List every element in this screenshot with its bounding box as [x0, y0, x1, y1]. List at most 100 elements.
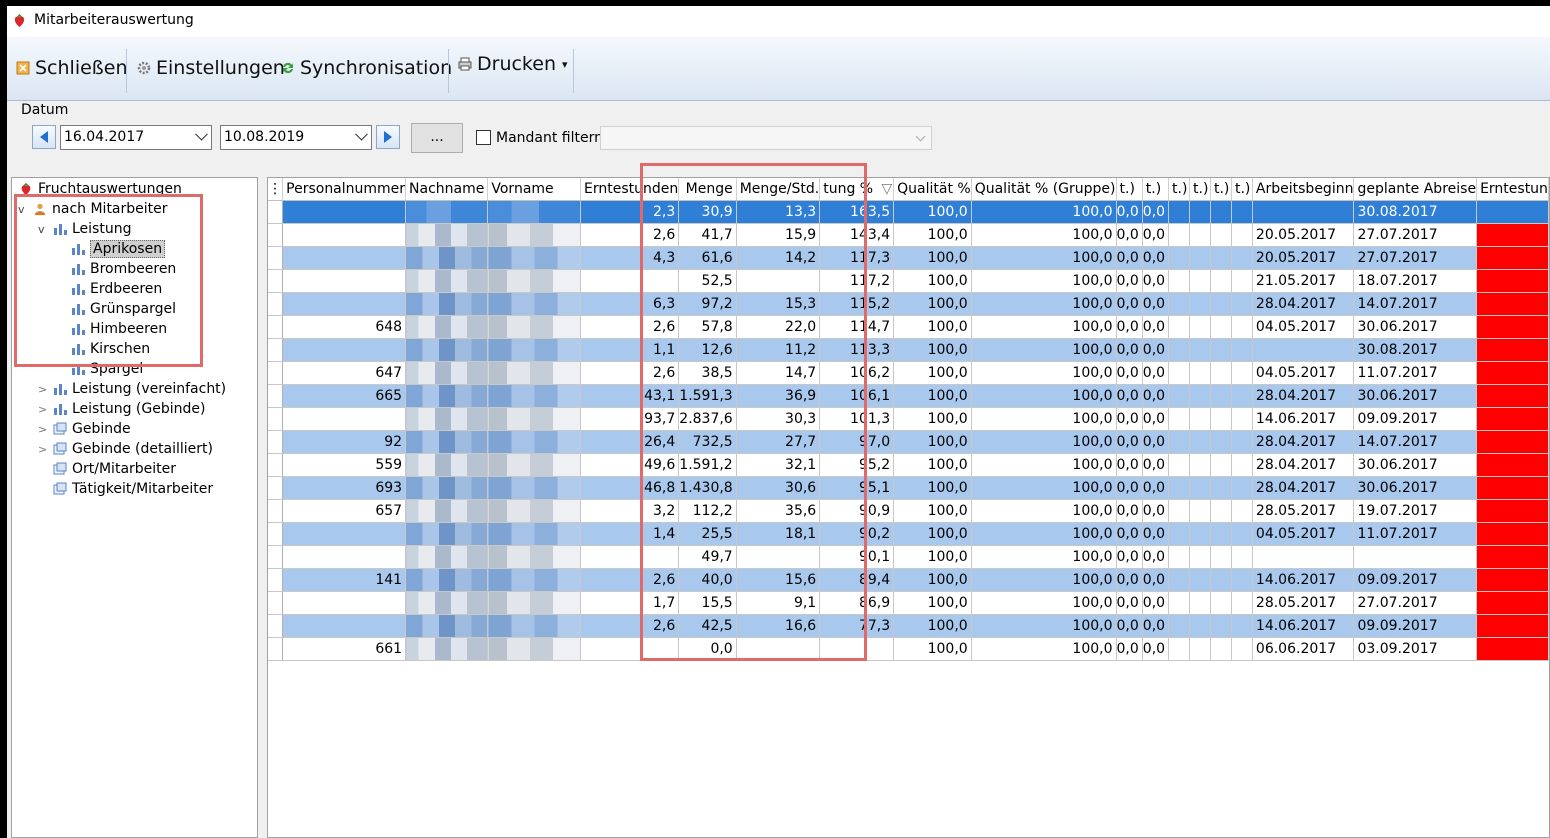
- column-chooser-icon[interactable]: ⋮: [268, 178, 284, 201]
- tree-item[interactable]: > Gebinde (detailliert): [38, 439, 213, 459]
- header-col-c1[interactable]: t.): [1116, 178, 1143, 201]
- table-row[interactable]: 141 2,6 40,0 15,6 89,4 100,0 100,0 0,0 0,0 14.06.…: [268, 568, 1549, 592]
- tree-item[interactable]: > Gebinde: [38, 419, 131, 439]
- table-row[interactable]: 1,1 12,6 11,2 113,3 100,0 100,0 0,0 0,0 30.08.20…: [268, 338, 1549, 362]
- table-row[interactable]: 693 46,8 1.430,8 30,6 95,1 100,0 100,0 0,0 0,0 28…: [268, 476, 1549, 500]
- header-col-c4[interactable]: t.): [1189, 178, 1211, 201]
- header-col-c5[interactable]: t.): [1210, 178, 1232, 201]
- table-row[interactable]: 665 43,1 1.591,3 36,9 106,1 100,0 100,0 0,0 0,0 2…: [268, 384, 1549, 408]
- date-to-combo[interactable]: 10.08.2019: [220, 125, 372, 150]
- table-row[interactable]: 2,6 41,7 15,9 143,4 100,0 100,0 0,0 0,0 20.05.20…: [268, 223, 1549, 247]
- row-header[interactable]: [268, 453, 284, 477]
- more-button[interactable]: ...: [411, 123, 463, 153]
- tree-fruit-item[interactable]: Himbeeren: [70, 319, 167, 339]
- table-row[interactable]: 92 26,4 732,5 27,7 97,0 100,0 100,0 0,0 0,0 28.04…: [268, 430, 1549, 454]
- table-row[interactable]: 648 2,6 57,8 22,0 114,7 100,0 100,0 0,0 0,0 04.05…: [268, 315, 1549, 339]
- row-header[interactable]: [268, 315, 284, 339]
- tree-item[interactable]: > Leistung (Gebinde): [38, 399, 205, 419]
- row-header[interactable]: [268, 499, 284, 523]
- cell-nachname-redacted: [405, 430, 489, 454]
- next-date-button[interactable]: [376, 125, 400, 149]
- row-header[interactable]: [268, 246, 284, 270]
- row-header[interactable]: [268, 384, 284, 408]
- header-erntestunden[interactable]: Erntestunden: [580, 178, 680, 201]
- print-button[interactable]: Drucken ▾: [458, 51, 568, 77]
- chevron-right-icon[interactable]: >: [38, 383, 52, 396]
- row-header[interactable]: [268, 361, 284, 385]
- header-leistung[interactable]: tung % ▽: [819, 178, 895, 201]
- table-row[interactable]: 2,6 42,5 16,6 77,3 100,0 100,0 0,0 0,0 14.06.201…: [268, 614, 1549, 638]
- cell-col-c6: [1231, 269, 1253, 293]
- close-button[interactable]: Schließen: [16, 55, 128, 81]
- settings-button[interactable]: Einstellungen: [137, 55, 285, 81]
- table-row[interactable]: 49,7 90,1 100,0 100,0 0,0 0,0: [268, 545, 1549, 569]
- tree-item[interactable]: > Leistung (vereinfacht): [38, 379, 226, 399]
- header-col-c6[interactable]: t.): [1231, 178, 1253, 201]
- chevron-down-icon[interactable]: v: [18, 203, 32, 216]
- table-row[interactable]: 52,5 117,2 100,0 100,0 0,0 0,0 21.05.2017 18.07…: [268, 269, 1549, 293]
- tree-fruit-item[interactable]: Erdbeeren: [70, 279, 162, 299]
- header-abreise[interactable]: geplante Abreise: [1353, 178, 1478, 201]
- tree-fruit-item[interactable]: Grünspargel: [70, 299, 176, 319]
- mandant-checkbox[interactable]: [476, 130, 491, 145]
- table-row[interactable]: 1,4 25,5 18,1 90,2 100,0 100,0 0,0 0,0 04.05.201…: [268, 522, 1549, 546]
- cell-col-c3: [1168, 637, 1191, 661]
- row-header[interactable]: [268, 269, 284, 293]
- table-row[interactable]: 647 2,6 38,5 14,7 106,2 100,0 100,0 0,0 0,0 04.05…: [268, 361, 1549, 385]
- chevron-right-icon[interactable]: >: [38, 403, 52, 416]
- row-header[interactable]: [268, 591, 284, 615]
- row-header[interactable]: [268, 223, 284, 247]
- tree-item[interactable]: Tätigkeit/Mitarbeiter: [38, 479, 213, 499]
- header-col-c3[interactable]: t.): [1168, 178, 1191, 201]
- bar-chart-icon: [72, 244, 85, 255]
- row-header[interactable]: [268, 338, 284, 362]
- table-row[interactable]: 559 49,6 1.591,2 32,1 95,2 100,0 100,0 0,0 0,0 28…: [268, 453, 1549, 477]
- cell-col-c1: 0,0: [1116, 476, 1143, 500]
- chevron-right-icon[interactable]: >: [38, 423, 52, 436]
- mandant-combo[interactable]: [600, 126, 932, 150]
- row-header[interactable]: [268, 522, 284, 546]
- tree-fruit-item[interactable]: Aprikosen: [70, 239, 166, 259]
- table-row[interactable]: 661 0,0 100,0 100,0 0,0 0,0 06.06.2017 03.09.20…: [268, 637, 1549, 661]
- cell-arbeitsbeginn: 28.04.2017: [1252, 476, 1355, 500]
- header-qualitaet[interactable]: Qualität %: [893, 178, 972, 201]
- row-header[interactable]: [268, 292, 284, 316]
- header-col-c2[interactable]: t.): [1142, 178, 1170, 201]
- header-menge[interactable]: Menge: [678, 178, 737, 201]
- tree-item[interactable]: Ort/Mitarbeiter: [38, 459, 176, 479]
- header-personalnummer[interactable]: Personalnummer: [282, 178, 407, 201]
- row-header[interactable]: [268, 545, 284, 569]
- cell-menge: 61,6: [678, 246, 737, 270]
- row-header[interactable]: [268, 407, 284, 431]
- row-header[interactable]: [268, 476, 284, 500]
- row-marker-icon[interactable]: ▶: [268, 200, 284, 224]
- tree-fruit-item[interactable]: Brombeeren: [70, 259, 176, 279]
- tree-fruit-item[interactable]: Spargel: [70, 359, 143, 379]
- row-header[interactable]: [268, 568, 284, 592]
- header-nachname[interactable]: Nachname: [405, 178, 489, 201]
- table-row[interactable]: ▶ 2,3 30,9 13,3 163,5 100,0 100,0 0,0 0,0 30.08.2…: [268, 200, 1549, 224]
- cell-nachname-redacted: [405, 384, 489, 408]
- header-qualitaet-gruppe[interactable]: Qualität % (Gruppe): [971, 178, 1117, 201]
- tree-fruit-item[interactable]: Kirschen: [70, 339, 150, 359]
- header-arbeitsbeginn[interactable]: Arbeitsbeginn: [1252, 178, 1355, 201]
- row-header[interactable]: [268, 430, 284, 454]
- table-row[interactable]: 657 3,2 112,2 35,6 90,9 100,0 100,0 0,0 0,0 28.05…: [268, 499, 1549, 523]
- row-header[interactable]: [268, 614, 284, 638]
- previous-date-button[interactable]: [32, 125, 56, 149]
- table-row[interactable]: 6,3 97,2 15,3 115,2 100,0 100,0 0,0 0,0 28.04.20…: [268, 292, 1549, 316]
- header-menge-std[interactable]: Menge/Std.: [736, 178, 821, 201]
- chevron-right-icon[interactable]: >: [38, 443, 52, 456]
- header-vorname[interactable]: Vorname: [487, 178, 582, 201]
- sync-button[interactable]: Synchronisation: [281, 55, 452, 81]
- table-row[interactable]: 1,7 15,5 9,1 86,9 100,0 100,0 0,0 0,0 28.05.2017…: [268, 591, 1549, 615]
- row-header[interactable]: [268, 637, 284, 661]
- date-from-combo[interactable]: 16.04.2017: [60, 125, 212, 150]
- tree-group-nach-mitarbeiter[interactable]: v nach Mitarbeiter: [18, 199, 168, 219]
- tree-item-leistung[interactable]: v Leistung: [38, 219, 131, 239]
- table-row[interactable]: 93,7 2.837,6 30,3 101,3 100,0 100,0 0,0 0,0 14.0…: [268, 407, 1549, 431]
- chevron-down-icon[interactable]: v: [38, 223, 52, 236]
- table-row[interactable]: 4,3 61,6 14,2 117,3 100,0 100,0 0,0 0,0 20.05.20…: [268, 246, 1549, 270]
- tree-root[interactable]: Fruchtauswertungen: [18, 179, 182, 199]
- header-erntestunden2[interactable]: Erntestun: [1476, 178, 1549, 201]
